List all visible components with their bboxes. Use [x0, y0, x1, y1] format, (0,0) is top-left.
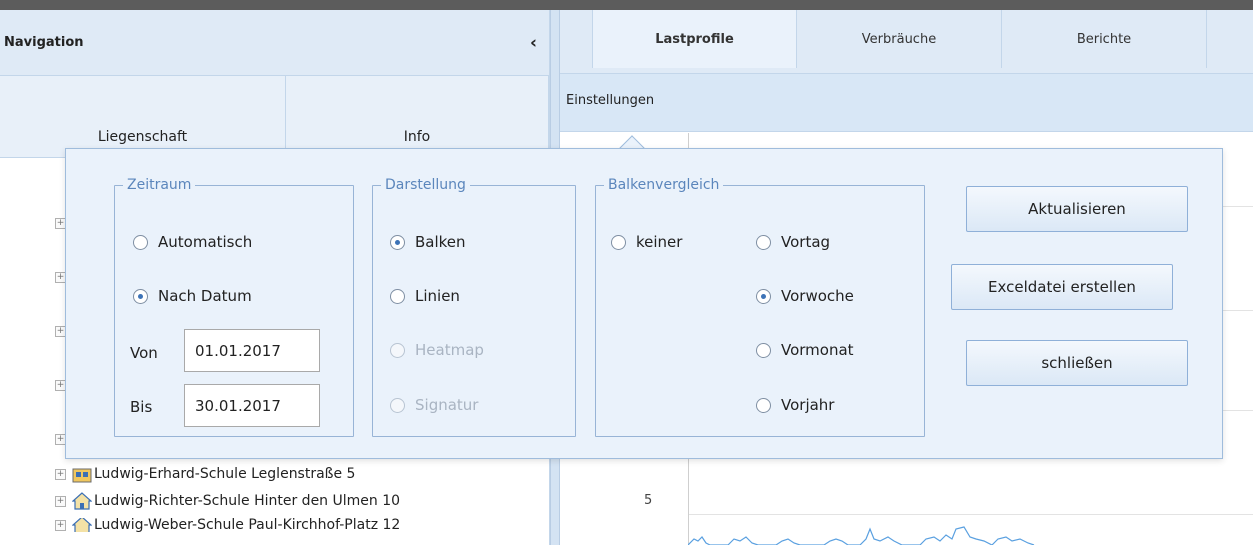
radio-nach-datum[interactable]: Nach Datum	[133, 287, 252, 305]
window-top-bar	[0, 0, 1253, 10]
tab-berichte[interactable]: Berichte	[1002, 10, 1207, 68]
gridline	[688, 514, 1253, 515]
radio-icon	[390, 288, 405, 304]
schliessen-button[interactable]: schließen	[966, 340, 1188, 386]
von-label: Von	[130, 344, 158, 362]
tree-item-label: Ludwig-Weber-Schule Paul-Kirchhof-Platz …	[94, 518, 401, 532]
tab-lastprofile[interactable]: Lastprofile	[592, 10, 797, 68]
bis-date-input[interactable]	[184, 384, 320, 427]
expand-icon[interactable]: +	[55, 468, 66, 480]
radio-label: Signatur	[415, 396, 479, 414]
chevron-left-icon[interactable]: ‹	[530, 33, 537, 53]
navigation-tabs: Liegenschaft Info	[0, 76, 549, 158]
radio-label: Heatmap	[415, 341, 484, 359]
radio-icon	[756, 397, 771, 413]
radio-balken[interactable]: Balken	[390, 233, 466, 251]
expand-icon[interactable]: +	[55, 519, 66, 531]
balkenvergleich-legend: Balkenvergleich	[608, 177, 720, 193]
tree-item-label: Ludwig-Richter-Schule Hinter den Ulmen 1…	[94, 493, 401, 509]
radio-label: Balken	[415, 233, 466, 251]
settings-toggle-label: Einstellungen	[566, 93, 655, 108]
tree-item[interactable]: + Ludwig-Weber-Schule Paul-Kirchhof-Plat…	[55, 518, 400, 532]
y-axis-tick-label: 5	[644, 493, 653, 508]
radio-keiner[interactable]: keiner	[611, 233, 682, 251]
radio-vorjahr[interactable]: Vorjahr	[756, 396, 834, 414]
radio-label: Vortag	[781, 233, 831, 251]
radio-heatmap: Heatmap	[390, 341, 484, 359]
house-icon	[72, 492, 92, 510]
radio-label: Vorwoche	[781, 287, 854, 305]
radio-icon	[390, 397, 405, 413]
radio-signatur: Signatur	[390, 396, 478, 414]
radio-icon	[756, 288, 771, 304]
tree-item[interactable]: + Ludwig-Richter-Schule Hinter den Ulmen…	[55, 490, 400, 512]
navigation-header: Navigation ‹	[0, 10, 549, 76]
radio-linien[interactable]: Linien	[390, 287, 460, 305]
von-date-input[interactable]	[184, 329, 320, 372]
aktualisieren-button[interactable]: Aktualisieren	[966, 186, 1188, 232]
settings-toggle[interactable]: Einstellungen	[560, 74, 1253, 132]
radio-automatisch[interactable]: Automatisch	[133, 233, 252, 251]
radio-icon	[611, 234, 626, 250]
navigation-title: Navigation	[4, 35, 84, 50]
radio-vorwoche[interactable]: Vorwoche	[756, 287, 854, 305]
tree-item[interactable]: + Ludwig-Erhard-Schule Leglenstraße 5	[55, 463, 355, 485]
tab-info[interactable]: Info	[286, 76, 549, 157]
radio-label: Linien	[415, 287, 460, 305]
darstellung-legend: Darstellung	[385, 177, 466, 193]
expand-icon[interactable]: +	[55, 495, 66, 507]
building-icon	[72, 468, 92, 483]
radio-icon	[133, 288, 148, 304]
radio-label: Vormonat	[781, 341, 854, 359]
main-tabbar: Lastprofile Verbräuche Berichte	[560, 10, 1253, 74]
radio-label: Vorjahr	[781, 396, 835, 414]
radio-icon	[390, 234, 405, 250]
radio-vortag[interactable]: Vortag	[756, 233, 830, 251]
load-profile-line	[688, 526, 1035, 545]
bis-label: Bis	[130, 398, 153, 416]
tab-liegenschaft[interactable]: Liegenschaft	[0, 76, 286, 157]
radio-icon	[390, 342, 405, 358]
radio-label: keiner	[636, 233, 683, 251]
radio-icon	[756, 234, 771, 250]
tree-item-label: Ludwig-Erhard-Schule Leglenstraße 5	[94, 466, 356, 482]
house-icon	[72, 518, 92, 532]
zeitraum-legend: Zeitraum	[127, 177, 192, 193]
radio-icon	[133, 234, 148, 250]
radio-icon	[756, 342, 771, 358]
radio-vormonat[interactable]: Vormonat	[756, 341, 854, 359]
radio-label: Nach Datum	[158, 287, 252, 305]
excel-export-button[interactable]: Exceldatei erstellen	[951, 264, 1173, 310]
radio-label: Automatisch	[158, 233, 253, 251]
settings-popup: Zeitraum Automatisch Nach Datum Von Bis …	[65, 148, 1223, 459]
tab-verbraeuche[interactable]: Verbräuche	[797, 10, 1002, 68]
